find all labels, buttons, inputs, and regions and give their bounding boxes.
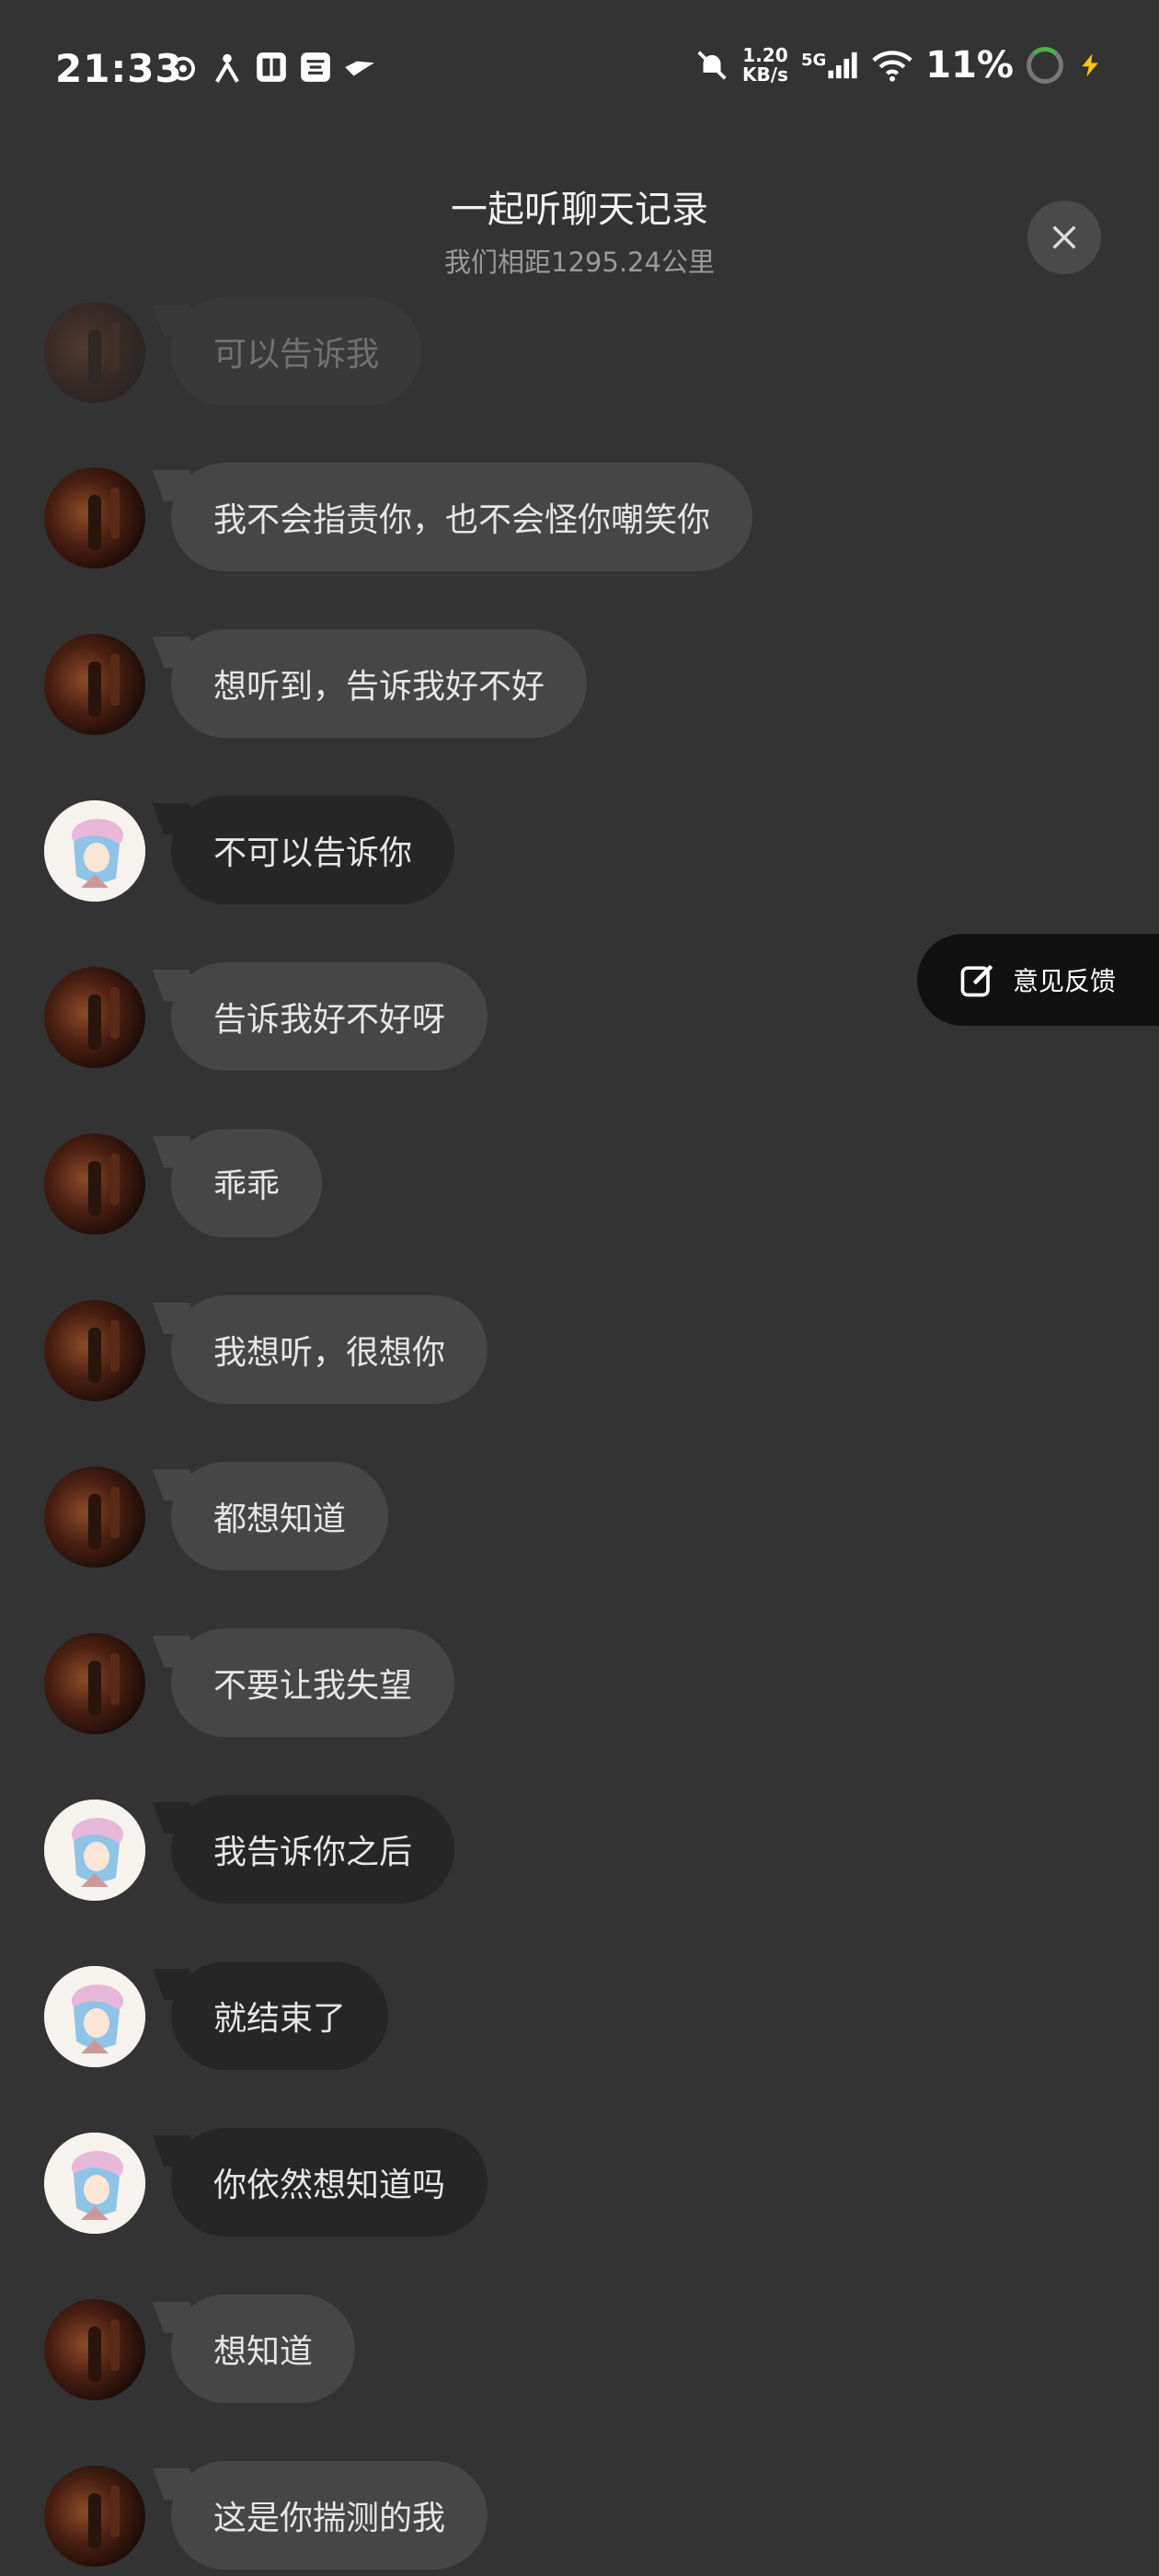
net-speed-value: 1.20 (742, 44, 788, 66)
message-bubble[interactable]: 想听到，告诉我好不好 (171, 629, 588, 738)
avatar[interactable] (44, 1466, 145, 1568)
close-icon (1052, 225, 1076, 249)
battery-ring-icon (1027, 47, 1063, 84)
message-bubble[interactable]: 我不会指责你，也不会怪你嘲笑你 (171, 463, 753, 571)
message-bubble[interactable]: 你依然想知道吗 (171, 2128, 488, 2237)
avatar[interactable] (44, 1966, 145, 2067)
avatar[interactable] (44, 634, 145, 735)
status-bar: 21:33 1.20 KB/s 5G 11% (0, 0, 1159, 138)
message-bubble[interactable]: 这是你揣测的我 (171, 2461, 488, 2570)
avatar[interactable] (44, 2466, 145, 2567)
avatar[interactable] (44, 2299, 145, 2400)
network-type: 5G (800, 51, 827, 70)
feedback-button[interactable]: 意见反馈 (917, 934, 1159, 1026)
taobao-icon (301, 52, 330, 82)
message-bubble[interactable]: 告诉我好不好呀 (171, 962, 488, 1071)
net-speed: 1.20 KB/s (742, 46, 788, 85)
close-button[interactable] (1027, 201, 1101, 274)
weibo-icon (171, 56, 195, 81)
notification-icons (166, 50, 377, 85)
tieba-icon (257, 52, 286, 82)
message-bubble[interactable]: 想知道 (171, 2294, 356, 2403)
bird-icon (345, 61, 374, 76)
avatar[interactable] (44, 1300, 145, 1401)
message-bubble[interactable]: 不要让我失望 (171, 1628, 455, 1737)
avatar[interactable] (44, 1800, 145, 1901)
bell-off-icon (697, 51, 727, 80)
anime-avatar-image (44, 1966, 145, 2067)
avatar[interactable] (44, 302, 145, 403)
avatar[interactable] (44, 2133, 145, 2234)
avatar[interactable] (44, 1133, 145, 1235)
message-bubble[interactable]: 我告诉你之后 (171, 1795, 455, 1903)
signal-icon (828, 52, 857, 79)
person-icon (215, 53, 239, 83)
anime-avatar-image (44, 1800, 145, 1901)
status-time: 21:33 (55, 46, 183, 91)
message-bubble[interactable]: 就结束了 (171, 1961, 389, 2070)
avatar[interactable] (44, 467, 145, 569)
message-bubble[interactable]: 可以告诉我 (171, 297, 422, 406)
anime-avatar-image (44, 800, 145, 902)
charging-icon (1082, 53, 1098, 77)
cell-signal: 5G (801, 50, 859, 81)
edit-icon (960, 964, 993, 997)
message-bubble[interactable]: 乖乖 (171, 1129, 323, 1237)
anime-avatar-image (44, 2133, 145, 2234)
distance-subtitle: 我们相距1295.24公里 (444, 247, 715, 278)
page-title: 一起听聊天记录 (451, 189, 708, 231)
status-right: 1.20 KB/s 5G 11% (694, 44, 1104, 86)
battery-level: 11% (925, 44, 1014, 86)
wifi-icon (872, 51, 912, 82)
message-bubble[interactable]: 不可以告诉你 (171, 796, 455, 904)
net-speed-unit: KB/s (741, 63, 788, 86)
feedback-label: 意见反馈 (1013, 966, 1117, 996)
avatar[interactable] (44, 800, 145, 902)
avatar[interactable] (44, 967, 145, 1068)
avatar[interactable] (44, 1633, 145, 1734)
message-bubble[interactable]: 我想听，很想你 (171, 1295, 488, 1404)
message-bubble[interactable]: 都想知道 (171, 1462, 389, 1570)
